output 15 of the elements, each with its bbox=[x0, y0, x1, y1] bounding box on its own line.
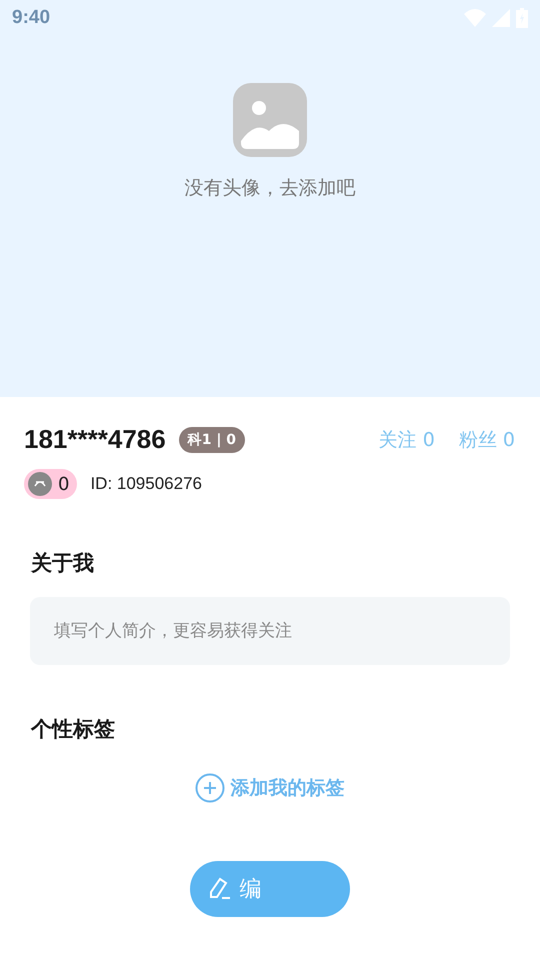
plus-circle-icon bbox=[194, 773, 224, 803]
level-badge: 科1 | 0 bbox=[178, 426, 246, 452]
following-link[interactable]: 关注 0 bbox=[378, 426, 435, 452]
edit-button[interactable]: 编 bbox=[190, 861, 350, 917]
fans-link[interactable]: 粉丝 0 bbox=[458, 426, 515, 452]
add-tag-button[interactable]: 添加我的标签 bbox=[194, 773, 344, 803]
section-title: 个性标签 bbox=[31, 716, 116, 743]
add-avatar-prompt[interactable]: 没有头像，去添加吧 bbox=[184, 175, 356, 201]
user-name: 181****4786 bbox=[24, 424, 166, 455]
user-id: ID: 109506276 bbox=[90, 474, 202, 494]
bio-field[interactable]: 填写个人简介，更容易获得关注 bbox=[30, 597, 510, 665]
image-placeholder-icon bbox=[233, 83, 307, 157]
status-time: 9:40 bbox=[12, 7, 50, 29]
coin-badge: 0 bbox=[24, 469, 78, 499]
section-title: 关于我 bbox=[31, 550, 95, 577]
